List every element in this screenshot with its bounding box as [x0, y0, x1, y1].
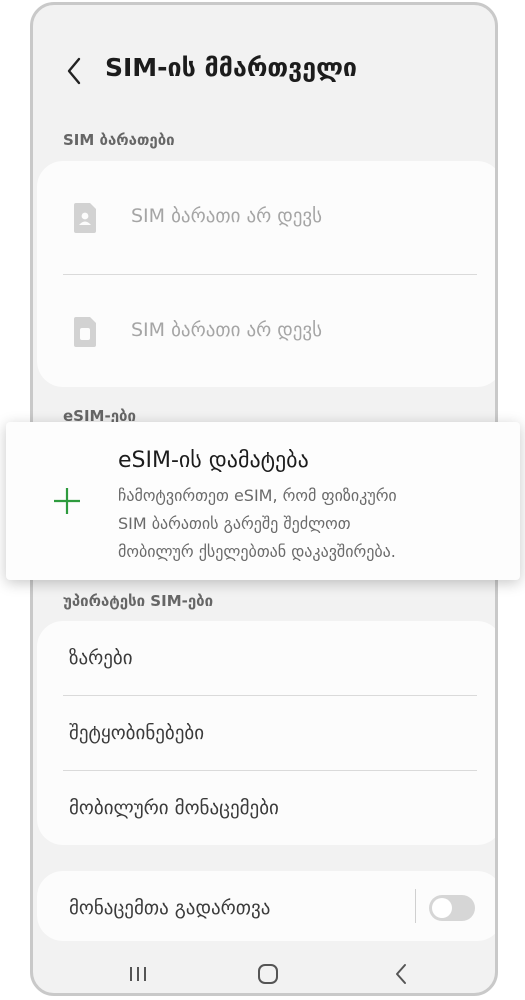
- back-nav-icon[interactable]: [385, 957, 419, 991]
- preferred-sims-card: ზარები შეტყობინებები მობილური მონაცემები: [37, 621, 495, 845]
- sim-slot-2[interactable]: SIM ბარათი არ დევს: [37, 275, 495, 387]
- messages-label: შეტყობინებები: [69, 722, 205, 744]
- sim-slot-2-label: SIM ბარათი არ დევს: [131, 319, 323, 341]
- preferred-mobile-data[interactable]: მობილური მონაცემები: [37, 771, 495, 845]
- recent-apps-icon[interactable]: [121, 957, 155, 991]
- preferred-sims-section-label: უპირატესი SIM-ები: [63, 592, 214, 610]
- app-header: SIM-ის მმართველი: [33, 45, 495, 99]
- plus-icon: [52, 486, 82, 516]
- toggle-knob: [432, 898, 452, 918]
- data-switching-label: მონაცემთა გადართვა: [69, 897, 271, 919]
- back-icon[interactable]: [61, 53, 91, 89]
- navigation-bar: [33, 953, 495, 993]
- sim-cards-section-label: SIM ბარათები: [63, 131, 175, 149]
- sim-card-icon: [71, 202, 99, 234]
- home-icon[interactable]: [251, 957, 285, 991]
- sim-card-icon: [71, 316, 99, 348]
- preferred-calls[interactable]: ზარები: [37, 621, 495, 695]
- data-switching-toggle[interactable]: [429, 895, 475, 921]
- data-switching-row[interactable]: მონაცემთა გადართვა: [37, 871, 495, 941]
- add-esim-button[interactable]: eSIM-ის დამატება ჩამოტვირთეთ eSIM, რომ ფ…: [6, 422, 520, 580]
- add-esim-title: eSIM-ის დამატება: [118, 448, 309, 473]
- divider: [415, 889, 416, 923]
- preferred-messages[interactable]: შეტყობინებები: [37, 696, 495, 770]
- calls-label: ზარები: [69, 647, 133, 669]
- sim-cards-card: SIM ბარათი არ დევს SIM ბარათი არ დევს: [37, 161, 495, 387]
- sim-slot-1[interactable]: SIM ბარათი არ დევს: [37, 161, 495, 273]
- page-title: SIM-ის მმართველი: [105, 53, 358, 82]
- data-switching-card: მონაცემთა გადართვა: [37, 871, 495, 941]
- sim-slot-1-label: SIM ბარათი არ დევს: [131, 205, 323, 227]
- mobile-data-label: მობილური მონაცემები: [69, 797, 279, 819]
- add-esim-description: ჩამოტვირთეთ eSIM, რომ ფიზიკური SIM ბარათ…: [118, 486, 397, 561]
